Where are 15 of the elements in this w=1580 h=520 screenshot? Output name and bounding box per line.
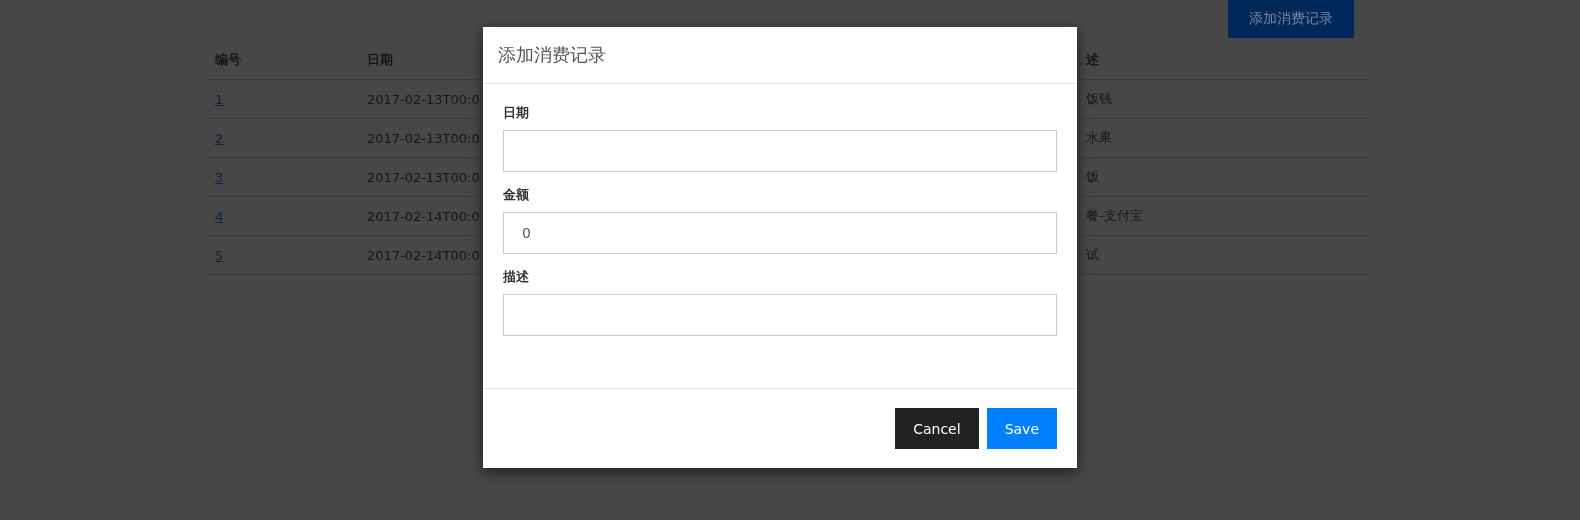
record-link[interactable]: 2 — [206, 130, 358, 146]
record-link[interactable]: 4 — [206, 208, 358, 224]
record-link[interactable]: 1 — [206, 91, 358, 107]
input-field[interactable] — [503, 130, 1057, 172]
field-label: 描述 — [503, 268, 529, 286]
field-label: 日期 — [503, 104, 529, 122]
record-link[interactable]: 5 — [206, 247, 358, 263]
input-field[interactable] — [503, 294, 1057, 336]
record-link[interactable]: 3 — [206, 169, 358, 185]
field-label: 金额 — [503, 186, 529, 204]
add-record-button[interactable]: 添加消费记录 — [1228, 0, 1354, 38]
input-field[interactable]: 0 — [503, 212, 1057, 254]
cancel-button[interactable]: Cancel — [895, 408, 979, 449]
save-button[interactable]: Save — [986, 408, 1057, 449]
dialog-title: 添加消费记录 — [498, 43, 606, 67]
